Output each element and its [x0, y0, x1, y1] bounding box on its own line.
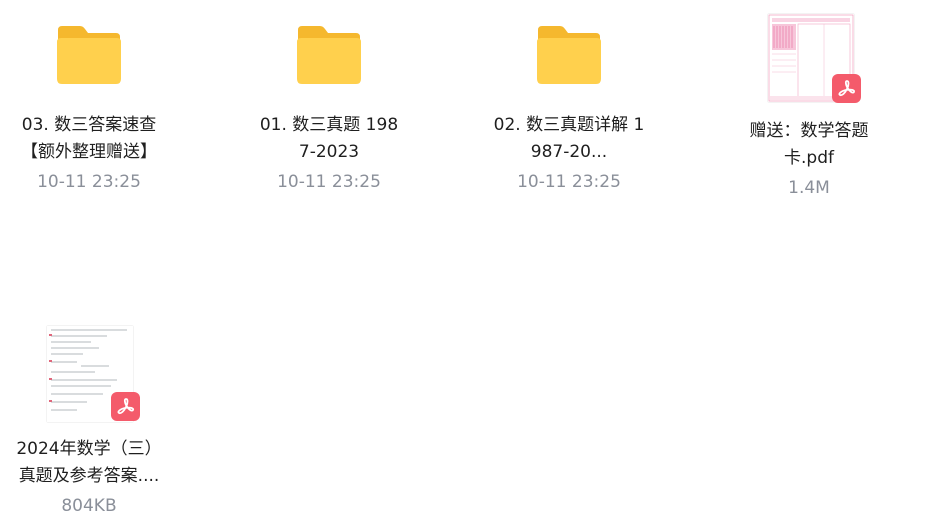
pdf-thumbnail [759, 14, 861, 108]
file-item-answer-sheet-pdf[interactable]: 赠送：数学答题 卡.pdf 1.4M [714, 14, 904, 200]
file-item-answers-folder[interactable]: 03. 数三答案速查 【额外整理赠送】 10-11 23:25 [0, 24, 184, 194]
pdf-icon [111, 392, 140, 421]
pdf-icon [832, 74, 861, 103]
file-name: 02. 数三真题详解 1 987-20... [493, 115, 645, 162]
folder-icon [294, 24, 364, 86]
file-name: 2024年数学（三） 真题及参考答案.... [16, 439, 162, 486]
file-name: 赠送：数学答题 卡.pdf [749, 121, 869, 168]
file-name: 03. 数三答案速查 【额外整理赠送】 [21, 115, 157, 162]
file-size: 1.4M [788, 178, 830, 198]
file-item-solutions-folder[interactable]: 02. 数三真题详解 1 987-20... 10-11 23:25 [474, 24, 664, 194]
file-size: 804KB [61, 496, 117, 516]
file-modified-time: 10-11 23:25 [277, 172, 381, 192]
file-modified-time: 10-11 23:25 [517, 172, 621, 192]
folder-icon [54, 24, 124, 86]
file-item-exams-folder[interactable]: 01. 数三真题 198 7-2023 10-11 23:25 [234, 24, 424, 194]
file-name: 01. 数三真题 198 7-2023 [259, 115, 399, 162]
pdf-thumbnail [39, 326, 140, 426]
file-modified-time: 10-11 23:25 [37, 172, 141, 192]
folder-icon [534, 24, 604, 86]
file-item-2024-exam-pdf[interactable]: 2024年数学（三） 真题及参考答案.... 804KB [0, 326, 184, 518]
